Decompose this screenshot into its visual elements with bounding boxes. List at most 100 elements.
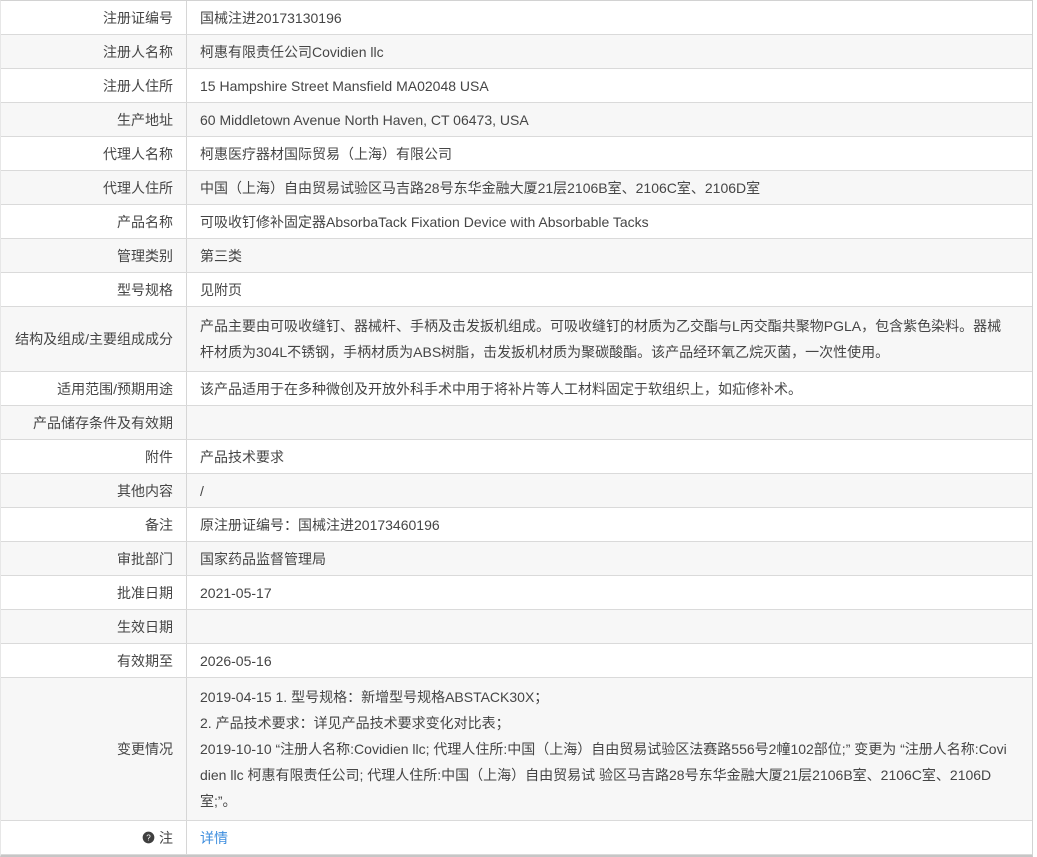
- row-label-text: 变更情况: [117, 741, 173, 757]
- row-label-text: 生产地址: [117, 111, 173, 128]
- value-line: 2019-04-15 1. 型号规格：新增型号规格ABSTACK30X；: [200, 689, 549, 705]
- row-label: 注册证编号: [1, 1, 187, 34]
- row-value: 2019-04-15 1. 型号规格：新增型号规格ABSTACK30X； 2. 产…: [187, 678, 1032, 820]
- row-value-text: 60 Middletown Avenue North Haven, CT 064…: [200, 111, 529, 128]
- table-row: 附件 产品技术要求: [1, 440, 1032, 474]
- table-row: 备注 原注册证编号：国械注进20173460196: [1, 508, 1032, 542]
- row-label: 生效日期: [1, 610, 187, 643]
- row-value: 第三类: [187, 239, 1032, 272]
- row-label: 注册人名称: [1, 35, 187, 68]
- row-value: 详情: [187, 821, 1032, 854]
- row-value-text: 国械注进20173130196: [200, 9, 342, 26]
- table-row: 审批部门 国家药品监督管理局: [1, 542, 1032, 576]
- table-row: 代理人名称 柯惠医疗器材国际贸易（上海）有限公司: [1, 137, 1032, 171]
- row-label-text: 其他内容: [117, 482, 173, 499]
- row-label-text: 备注: [145, 516, 173, 533]
- row-value: [187, 610, 1032, 643]
- row-label: 其他内容: [1, 474, 187, 507]
- row-label: 附件: [1, 440, 187, 473]
- row-label-text: 产品储存条件及有效期: [33, 414, 173, 431]
- table-row: 产品储存条件及有效期: [1, 406, 1032, 440]
- table-row: 注册人名称 柯惠有限责任公司Covidien llc: [1, 35, 1032, 69]
- row-value: 见附页: [187, 273, 1032, 306]
- row-label-text: 注: [159, 829, 173, 846]
- table-row: 变更情况 2019-04-15 1. 型号规格：新增型号规格ABSTACK30X；…: [1, 678, 1032, 821]
- row-value-text: 该产品适用于在多种微创及开放外科手术中用于将补片等人工材料固定于软组织上，如疝修…: [200, 380, 802, 397]
- row-label: 审批部门: [1, 542, 187, 575]
- row-label: 备注: [1, 508, 187, 541]
- row-label: 管理类别: [1, 239, 187, 272]
- row-value: [187, 406, 1032, 439]
- row-label-text: 代理人住所: [103, 179, 173, 196]
- table-row: 结构及组成/主要组成成分 产品主要由可吸收缝钉、器械杆、手柄及击发扳机组成。可吸收…: [1, 307, 1032, 372]
- row-label: 注册人住所: [1, 69, 187, 102]
- row-value-text: 第三类: [200, 247, 242, 264]
- row-value-text: 15 Hampshire Street Mansfield MA02048 US…: [200, 77, 489, 94]
- table-row: 适用范围/预期用途 该产品适用于在多种微创及开放外科手术中用于将补片等人工材料固定…: [1, 372, 1032, 406]
- row-label: 批准日期: [1, 576, 187, 609]
- detail-link[interactable]: 详情: [200, 828, 228, 848]
- value-line: 2019-10-10 “注册人名称:Covidien llc; 代理人住所:中国…: [200, 741, 1007, 809]
- row-label-text: 批准日期: [117, 584, 173, 601]
- row-value: 2026-05-16: [187, 644, 1032, 677]
- row-value-text: 见附页: [200, 281, 242, 298]
- row-label-text: 代理人名称: [103, 145, 173, 162]
- row-label-text: 有效期至: [117, 652, 173, 669]
- row-value: 产品主要由可吸收缝钉、器械杆、手柄及击发扳机组成。可吸收缝钉的材质为乙交酯与L丙…: [187, 307, 1032, 371]
- row-value: 2021-05-17: [187, 576, 1032, 609]
- row-label-text: 附件: [145, 448, 173, 465]
- row-label-text: 结构及组成/主要组成成分: [15, 331, 173, 347]
- row-label: 代理人名称: [1, 137, 187, 170]
- row-value: 15 Hampshire Street Mansfield MA02048 US…: [187, 69, 1032, 102]
- row-value-text: 可吸收钉修补固定器AbsorbaTack Fixation Device wit…: [200, 213, 649, 230]
- row-label-text: 生效日期: [117, 618, 173, 635]
- row-value: 国械注进20173130196: [187, 1, 1032, 34]
- row-label-text: 管理类别: [117, 247, 173, 264]
- row-value-text: 产品技术要求: [200, 448, 284, 465]
- table-row: 注册人住所 15 Hampshire Street Mansfield MA020…: [1, 69, 1032, 103]
- row-value: 国家药品监督管理局: [187, 542, 1032, 575]
- row-label: 生产地址: [1, 103, 187, 136]
- row-value-text: 国家药品监督管理局: [200, 550, 326, 567]
- row-label: 有效期至: [1, 644, 187, 677]
- row-label-text: 注册人住所: [103, 77, 173, 94]
- row-label: ? 注: [1, 821, 187, 854]
- row-value-text: 柯惠有限责任公司Covidien llc: [200, 43, 384, 60]
- row-label-text: 审批部门: [117, 550, 173, 567]
- table-row: ? 注详情: [1, 821, 1032, 855]
- row-label-text: 注册人名称: [103, 43, 173, 60]
- row-label: 适用范围/预期用途: [1, 372, 187, 405]
- row-label-text: 型号规格: [117, 281, 173, 298]
- table-row: 型号规格 见附页: [1, 273, 1032, 307]
- row-value-text: 2026-05-16: [200, 652, 272, 669]
- value-line: 产品主要由可吸收缝钉、器械杆、手柄及击发扳机组成。可吸收缝钉的材质为乙交酯与L丙…: [200, 318, 1002, 360]
- table-row: 代理人住所 中国（上海）自由贸易试验区马吉路28号东华金融大厦21层2106B室、…: [1, 171, 1032, 205]
- value-line: 2. 产品技术要求：详见产品技术要求变化对比表；: [200, 715, 510, 731]
- table-row: 生产地址 60 Middletown Avenue North Haven, CT…: [1, 103, 1032, 137]
- registration-info-table: 注册证编号 国械注进20173130196 注册人名称 柯惠有限责任公司Covidie…: [0, 0, 1033, 857]
- row-value-text: 柯惠医疗器材国际贸易（上海）有限公司: [200, 145, 452, 162]
- row-value-text: /: [200, 482, 204, 499]
- table-row: 批准日期 2021-05-17: [1, 576, 1032, 610]
- row-value: 产品技术要求: [187, 440, 1032, 473]
- row-label: 产品名称: [1, 205, 187, 238]
- row-value: 60 Middletown Avenue North Haven, CT 064…: [187, 103, 1032, 136]
- table-row: 产品名称 可吸收钉修补固定器AbsorbaTack Fixation Device…: [1, 205, 1032, 239]
- row-value: 可吸收钉修补固定器AbsorbaTack Fixation Device wit…: [187, 205, 1032, 238]
- row-label: 变更情况: [1, 678, 187, 820]
- row-value-text: 2021-05-17: [200, 584, 272, 601]
- row-value: 原注册证编号：国械注进20173460196: [187, 508, 1032, 541]
- row-label-text: 注册证编号: [103, 9, 173, 26]
- row-label: 代理人住所: [1, 171, 187, 204]
- row-value-text: 原注册证编号：国械注进20173460196: [200, 516, 440, 533]
- row-label: 产品储存条件及有效期: [1, 406, 187, 439]
- row-value: 该产品适用于在多种微创及开放外科手术中用于将补片等人工材料固定于软组织上，如疝修…: [187, 372, 1032, 405]
- row-value: 柯惠有限责任公司Covidien llc: [187, 35, 1032, 68]
- row-value: 中国（上海）自由贸易试验区马吉路28号东华金融大厦21层2106B室、2106C…: [187, 171, 1032, 204]
- row-label: 型号规格: [1, 273, 187, 306]
- table-row: 管理类别 第三类: [1, 239, 1032, 273]
- row-value: 柯惠医疗器材国际贸易（上海）有限公司: [187, 137, 1032, 170]
- row-label-text: 产品名称: [117, 213, 173, 230]
- row-label: 结构及组成/主要组成成分: [1, 307, 187, 371]
- table-row: 注册证编号 国械注进20173130196: [1, 1, 1032, 35]
